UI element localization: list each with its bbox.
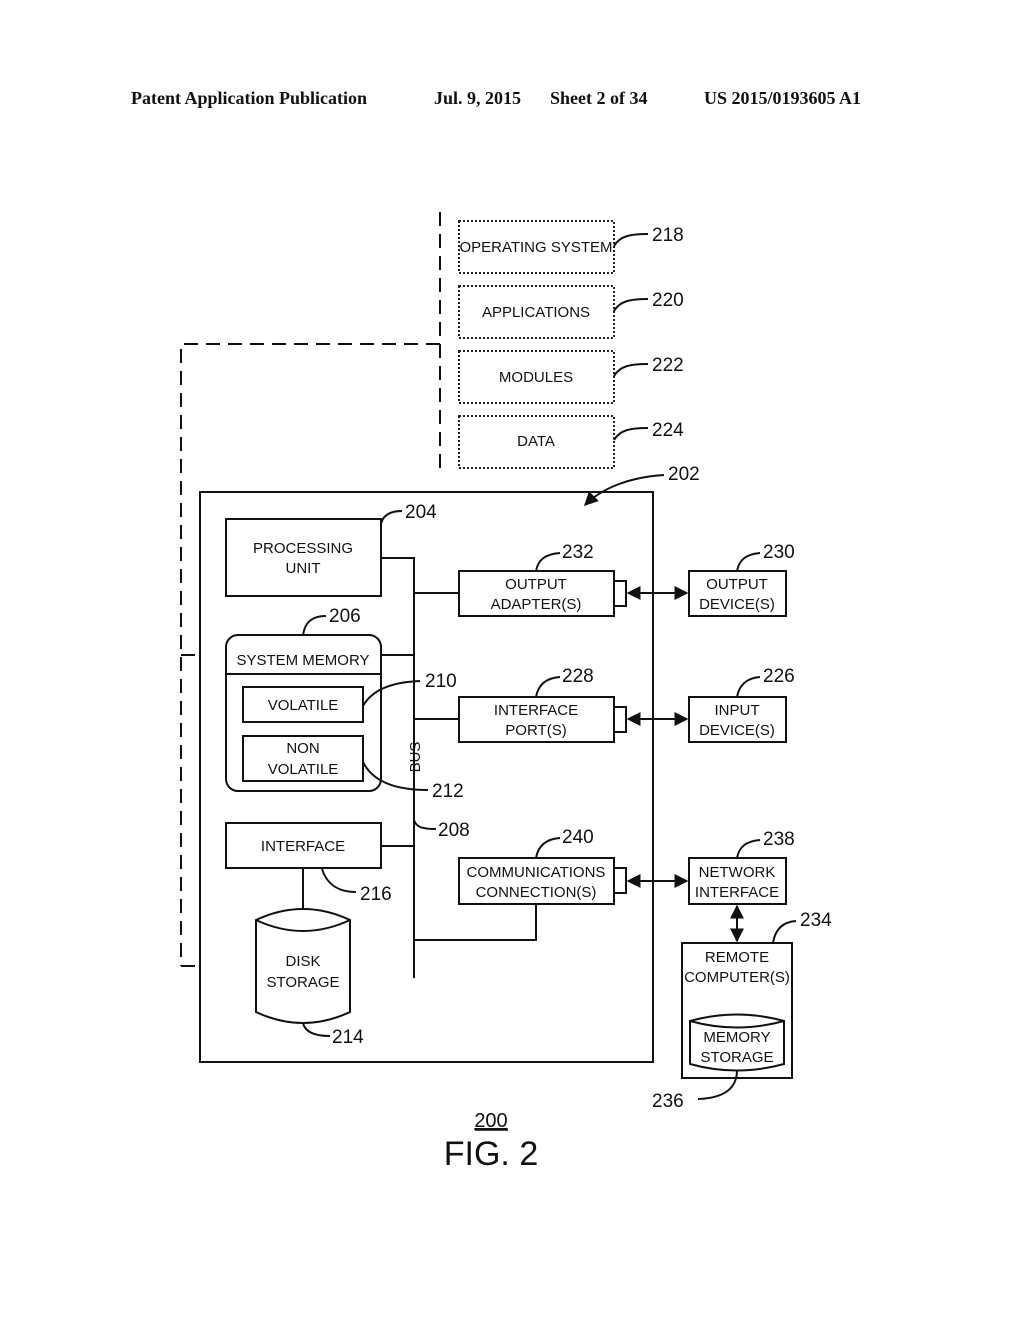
output-adapter-port [613,580,627,607]
output-device-line2: DEVICE(S) [699,596,775,613]
data-label: DATA [517,433,555,450]
leader-234 [772,920,797,944]
ref-224: 224 [652,420,684,441]
ref-206: 206 [329,606,361,627]
nonvolatile-line1: NON [286,740,319,757]
leader-230 [736,552,761,572]
leader-224 [613,427,649,441]
system-memory-label: SYSTEM MEMORY [236,652,369,669]
processing-unit-line1: PROCESSING [253,540,353,557]
fig2-diagram: OPERATING SYSTEM 218 APPLICATIONS 220 MO… [180,212,832,1173]
ref-234: 234 [800,910,832,931]
output-adapter-line1: OUTPUT [505,576,567,593]
processing-unit-line2: UNIT [286,560,321,577]
ref-214: 214 [332,1027,364,1048]
modules-label: MODULES [499,369,573,386]
operating-system-box: OPERATING SYSTEM 218 [458,220,684,274]
figure-title: FIG. 2 [444,1135,538,1173]
disk-storage-line1: DISK [285,953,320,970]
ref-210: 210 [425,671,457,692]
operating-system-label: OPERATING SYSTEM [459,239,612,256]
applications-label: APPLICATIONS [482,304,590,321]
ref-230: 230 [763,542,795,563]
bus-label: BUS [407,742,424,773]
ref-236: 236 [652,1091,684,1112]
output-device-line1: OUTPUT [706,576,768,593]
ref-232: 232 [562,542,594,563]
communications-connection-line1: COMMUNICATIONS [467,864,606,881]
interface-port-line2: PORT(S) [505,722,566,739]
remote-computer-line1: REMOTE [705,949,769,966]
ref-240: 240 [562,827,594,848]
network-interface-line1: NETWORK [699,864,776,881]
modules-box: MODULES 222 [458,350,684,404]
interface-port-port [613,706,627,733]
communications-connection-line2: CONNECTION(S) [476,884,597,901]
ref-204: 204 [405,502,437,523]
ref-220: 220 [652,290,684,311]
applications-box: APPLICATIONS 220 [458,285,684,339]
interface-label: INTERFACE [261,838,345,855]
ref-218: 218 [652,225,684,246]
remote-computer-line2: COMPUTER(S) [684,969,790,986]
input-device-line1: INPUT [715,702,760,719]
interface-port-line1: INTERFACE [494,702,578,719]
figure-reference-number: 200 [474,1110,507,1132]
ref-216: 216 [360,884,392,905]
ref-202: 202 [668,464,700,485]
leader-220 [613,298,649,312]
leader-218 [613,233,649,247]
ref-222: 222 [652,355,684,376]
leader-226 [736,676,761,698]
ref-226: 226 [763,666,795,687]
ref-228: 228 [562,666,594,687]
network-interface-line2: INTERFACE [695,884,779,901]
leader-238 [736,839,761,859]
volatile-label: VOLATILE [268,697,339,714]
memory-storage-cylinder: MEMORY STORAGE 236 [652,1013,785,1112]
memory-storage-line2: STORAGE [700,1049,773,1066]
disk-storage-line2: STORAGE [266,974,339,991]
data-box: DATA 224 [458,415,684,469]
nonvolatile-line2: VOLATILE [268,761,339,778]
communications-connection-port [613,867,627,894]
memory-storage-line1: MEMORY [703,1029,770,1046]
input-device-line2: DEVICE(S) [699,722,775,739]
output-adapter-line2: ADAPTER(S) [491,596,582,613]
ref-212: 212 [432,781,464,802]
ref-208: 208 [438,820,470,841]
leader-222 [613,363,649,377]
ref-238: 238 [763,829,795,850]
